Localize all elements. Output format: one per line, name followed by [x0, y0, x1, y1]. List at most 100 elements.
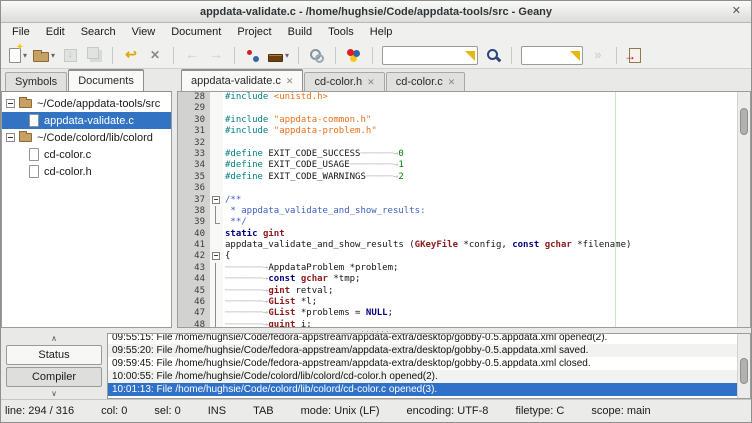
- color-chooser-button[interactable]: [343, 44, 365, 66]
- line-number[interactable]: 38: [178, 206, 210, 217]
- message-scrollbar[interactable]: [737, 334, 750, 398]
- menu-item-build[interactable]: Build: [280, 23, 320, 42]
- message-scrollbar-thumb[interactable]: [740, 358, 748, 384]
- tree-folder-row[interactable]: ~/Code/appdata-tools/src: [2, 95, 171, 112]
- code-line[interactable]: 28#include <unistd.h>: [178, 92, 750, 103]
- tab-close-icon[interactable]: ✕: [286, 76, 294, 87]
- code-line[interactable]: 30#include "appdata-common.h": [178, 115, 750, 126]
- menu-item-project[interactable]: Project: [229, 23, 279, 42]
- line-number[interactable]: 31: [178, 126, 210, 137]
- sidebar-tab-symbols[interactable]: Symbols: [5, 72, 67, 91]
- quit-button[interactable]: [624, 44, 646, 66]
- line-number[interactable]: 36: [178, 183, 210, 194]
- fold-box-icon[interactable]: [212, 252, 220, 260]
- code-line[interactable]: 48───────→guint i;: [178, 320, 750, 328]
- line-number[interactable]: 33: [178, 149, 210, 160]
- message-row[interactable]: 10:00:55: File /home/hughsie/Code/colord…: [108, 370, 750, 383]
- titlebar[interactable]: appdata-validate.c - /home/hughsie/Code/…: [1, 1, 751, 23]
- fold-box-icon[interactable]: [212, 196, 220, 204]
- line-number[interactable]: 35: [178, 172, 210, 183]
- open-file-dropdown-icon[interactable]: ▾: [51, 51, 55, 60]
- tree-file-row[interactable]: appdata-validate.c: [2, 112, 171, 129]
- code-line[interactable]: 47───────→GList *problems = NULL;: [178, 308, 750, 319]
- code-line[interactable]: 29: [178, 103, 750, 114]
- tab-close-icon[interactable]: ✕: [448, 77, 456, 88]
- code-line[interactable]: 31#include "appdata-problem.h": [178, 126, 750, 137]
- menu-item-help[interactable]: Help: [362, 23, 401, 42]
- code-line[interactable]: 37/**: [178, 195, 750, 206]
- code-line[interactable]: 39 **/: [178, 217, 750, 228]
- expander-icon[interactable]: [6, 99, 15, 108]
- line-number[interactable]: 43: [178, 263, 210, 274]
- menu-item-view[interactable]: View: [124, 23, 164, 42]
- code-line[interactable]: 41appdata_validate_and_show_results (GKe…: [178, 240, 750, 251]
- save-all-button[interactable]: [83, 44, 105, 66]
- tree-folder-row[interactable]: ~/Code/colord/lib/colord: [2, 129, 171, 146]
- menu-item-document[interactable]: Document: [163, 23, 229, 42]
- code-line[interactable]: 43───────→AppdataProblem *problem;: [178, 263, 750, 274]
- line-number[interactable]: 48: [178, 320, 210, 328]
- message-tab-compiler[interactable]: Compiler: [6, 367, 102, 387]
- line-number[interactable]: 47: [178, 308, 210, 319]
- line-number[interactable]: 46: [178, 297, 210, 308]
- message-row[interactable]: 10:01:13: File /home/hughsie/Code/colord…: [108, 383, 750, 396]
- line-number[interactable]: 44: [178, 274, 210, 285]
- window-close-icon[interactable]: ✕: [732, 4, 741, 17]
- code-line[interactable]: 35#define EXIT_CODE_WARNINGS─────→2: [178, 172, 750, 183]
- message-row[interactable]: 09:55:15: File /home/hughsie/Code/fedora…: [108, 333, 750, 344]
- search-entry[interactable]: [382, 46, 478, 65]
- goto-line-entry[interactable]: [521, 46, 583, 65]
- editor-scrollbar[interactable]: [737, 92, 750, 327]
- line-number[interactable]: 30: [178, 115, 210, 126]
- line-number[interactable]: 39: [178, 217, 210, 228]
- code-line[interactable]: 38 * appdata_validate_and_show_results:: [178, 206, 750, 217]
- tree-file-row[interactable]: cd-color.h: [2, 163, 171, 180]
- code-line[interactable]: 42{: [178, 251, 750, 262]
- line-number[interactable]: 45: [178, 286, 210, 297]
- sidebar-tab-documents[interactable]: Documents: [68, 69, 144, 91]
- message-row[interactable]: 09:59:45: File /home/hughsie/Code/fedora…: [108, 357, 750, 370]
- compile-button[interactable]: [242, 44, 264, 66]
- new-document-button[interactable]: ▾: [7, 44, 29, 66]
- line-number[interactable]: 29: [178, 103, 210, 114]
- close-file-button[interactable]: [144, 44, 166, 66]
- navigate-back-button[interactable]: [181, 44, 203, 66]
- menu-item-edit[interactable]: Edit: [38, 23, 73, 42]
- search-button[interactable]: [482, 44, 504, 66]
- build-button[interactable]: ▾: [266, 44, 291, 66]
- code-editor[interactable]: 28#include <unistd.h>2930#include "appda…: [177, 91, 751, 328]
- code-line[interactable]: 45───────→gint retval;: [178, 286, 750, 297]
- navigate-forward-button[interactable]: [205, 44, 227, 66]
- editor-scrollbar-thumb[interactable]: [740, 108, 748, 135]
- execute-button[interactable]: [306, 44, 328, 66]
- goto-line-button[interactable]: [587, 44, 609, 66]
- line-number[interactable]: 34: [178, 160, 210, 171]
- tree-file-row[interactable]: cd-color.c: [2, 146, 171, 163]
- tab-close-icon[interactable]: ✕: [367, 77, 375, 88]
- line-number[interactable]: 40: [178, 229, 210, 240]
- code-line[interactable]: 40static gint: [178, 229, 750, 240]
- search-entry-input[interactable]: [383, 48, 463, 63]
- line-number[interactable]: 32: [178, 138, 210, 149]
- menu-item-tools[interactable]: Tools: [320, 23, 362, 42]
- expander-icon[interactable]: [6, 133, 15, 142]
- message-tab-status[interactable]: Status: [6, 345, 102, 365]
- code-line[interactable]: 46───────→GList *l;: [178, 297, 750, 308]
- message-row[interactable]: 09:55:20: File /home/hughsie/Code/fedora…: [108, 344, 750, 357]
- editor-tab-cd-color.h[interactable]: cd-color.h✕: [304, 72, 384, 91]
- goto-line-entry-input[interactable]: [522, 48, 568, 63]
- code-line[interactable]: 36: [178, 183, 750, 194]
- line-number[interactable]: 28: [178, 92, 210, 103]
- build-dropdown-icon[interactable]: ▾: [285, 51, 289, 60]
- editor-tab-cd-color.c[interactable]: cd-color.c✕: [386, 72, 466, 91]
- code-line[interactable]: 44───────→const gchar *tmp;: [178, 274, 750, 285]
- editor-tab-appdata-validate.c[interactable]: appdata-validate.c✕: [181, 69, 303, 91]
- line-number[interactable]: 37: [178, 195, 210, 206]
- fold-marker[interactable]: [210, 251, 223, 262]
- menu-item-search[interactable]: Search: [73, 23, 124, 42]
- save-file-button[interactable]: [59, 44, 81, 66]
- msg-tabs-scroll-up-icon[interactable]: ∧: [4, 333, 104, 344]
- msg-tabs-scroll-down-icon[interactable]: ∨: [4, 388, 104, 399]
- line-number[interactable]: 42: [178, 251, 210, 262]
- code-line[interactable]: 32: [178, 138, 750, 149]
